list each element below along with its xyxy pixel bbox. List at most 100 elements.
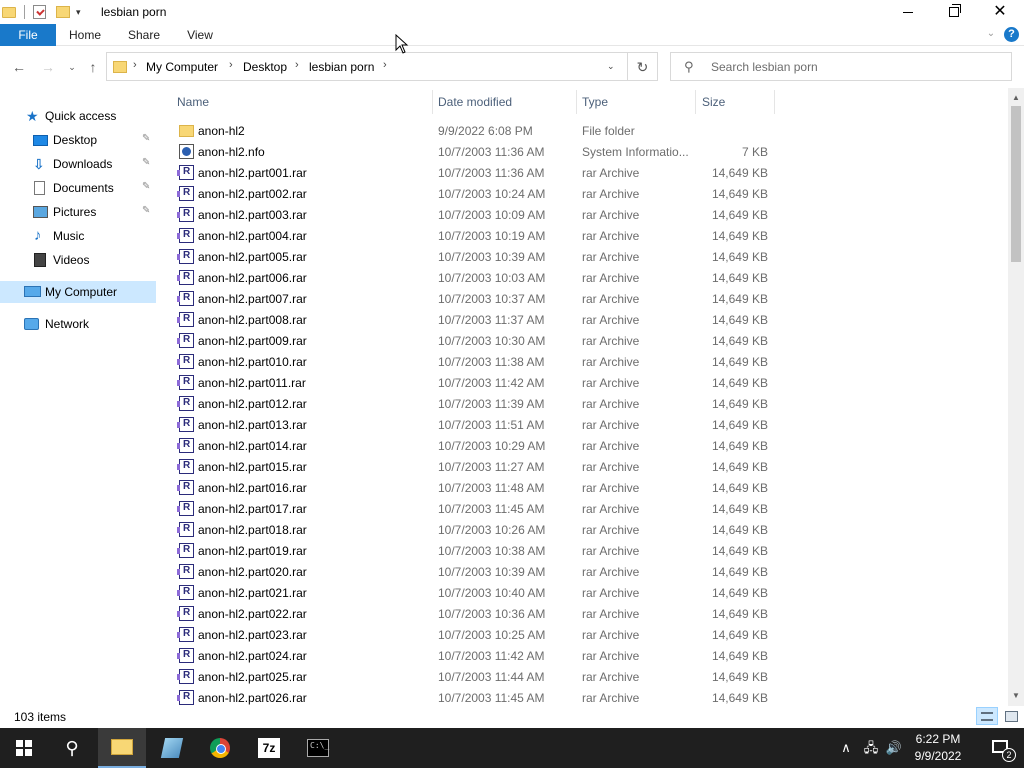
help-icon[interactable]: ?: [1004, 27, 1019, 42]
back-button[interactable]: ←: [9, 58, 29, 76]
forward-button[interactable]: →: [38, 58, 58, 76]
recent-locations-icon[interactable]: ⌄: [62, 58, 82, 76]
search-box[interactable]: ⚲: [670, 52, 1012, 81]
file-row[interactable]: anon-hl2.part015.rar 10/7/2003 11:27 AM ra…: [174, 456, 774, 477]
expand-ribbon-icon[interactable]: ⌄: [984, 28, 998, 42]
address-history-dropdown-icon[interactable]: ⌄: [607, 61, 615, 72]
address-bar[interactable]: › My Computer › Desktop › lesbian porn ›…: [106, 52, 628, 81]
breadcrumb-separator[interactable]: ›: [295, 59, 299, 71]
close-button[interactable]: ✕: [977, 0, 1023, 24]
taskbar-chrome[interactable]: [196, 728, 244, 768]
file-row[interactable]: anon-hl2.part003.rar 10/7/2003 10:09 AM ra…: [174, 204, 774, 225]
sidebar-item-network[interactable]: Network: [0, 313, 156, 335]
pin-icon[interactable]: ✎: [142, 205, 150, 216]
column-header-name[interactable]: Name: [177, 88, 209, 116]
file-row[interactable]: anon-hl2.nfo 10/7/2003 11:36 AM System Inf…: [174, 141, 774, 162]
action-center-button[interactable]: 2: [980, 728, 1020, 768]
breadcrumb-separator[interactable]: ›: [383, 59, 387, 71]
breadcrumb-my-computer[interactable]: My Computer: [146, 60, 218, 74]
start-icon: [16, 740, 32, 756]
column-header-date-modified[interactable]: Date modified: [438, 88, 512, 116]
up-button[interactable]: ↑: [83, 58, 103, 76]
tab-home[interactable]: Home: [62, 24, 108, 46]
file-row[interactable]: anon-hl2.part022.rar 10/7/2003 10:36 AM ra…: [174, 603, 774, 624]
start-button[interactable]: [0, 728, 48, 768]
file-row[interactable]: anon-hl2.part001.rar 10/7/2003 11:36 AM ra…: [174, 162, 774, 183]
pin-icon[interactable]: ✎: [142, 133, 150, 144]
file-row[interactable]: anon-hl2.part018.rar 10/7/2003 10:26 AM ra…: [174, 519, 774, 540]
scroll-thumb[interactable]: [1011, 106, 1021, 262]
pin-icon[interactable]: ✎: [142, 181, 150, 192]
minimize-button[interactable]: [885, 0, 931, 24]
taskbar-7zip[interactable]: 7z: [245, 728, 293, 768]
new-folder-icon[interactable]: [56, 6, 70, 18]
scroll-up-icon[interactable]: ▲: [1008, 90, 1024, 106]
sidebar-item-videos[interactable]: Videos: [0, 249, 156, 271]
file-row[interactable]: anon-hl2.part021.rar 10/7/2003 10:40 AM ra…: [174, 582, 774, 603]
taskbar-file-explorer[interactable]: [98, 728, 146, 768]
file-row[interactable]: anon-hl2.part016.rar 10/7/2003 11:48 AM ra…: [174, 477, 774, 498]
breadcrumb-separator[interactable]: ›: [133, 59, 137, 71]
clock[interactable]: 6:22 PM 9/9/2022: [906, 731, 970, 765]
sidebar-item-music[interactable]: ♪ Music: [0, 225, 156, 247]
file-row[interactable]: anon-hl2.part011.rar 10/7/2003 11:42 AM ra…: [174, 372, 774, 393]
details-view-button[interactable]: [976, 707, 998, 725]
volume-icon[interactable]: 🔊: [884, 728, 904, 768]
sidebar-item-documents[interactable]: Documents ✎: [0, 177, 156, 199]
file-name: anon-hl2.part025.rar: [198, 670, 307, 684]
file-row[interactable]: anon-hl2.part009.rar 10/7/2003 10:30 AM ra…: [174, 330, 774, 351]
tab-view[interactable]: View: [180, 24, 220, 46]
file-row[interactable]: anon-hl2.part012.rar 10/7/2003 11:39 AM ra…: [174, 393, 774, 414]
search-input[interactable]: [711, 58, 1001, 76]
column-divider[interactable]: [774, 90, 775, 114]
file-row[interactable]: anon-hl2.part025.rar 10/7/2003 11:44 AM ra…: [174, 666, 774, 687]
maximize-button[interactable]: [931, 0, 977, 24]
breadcrumb-lesbian-porn[interactable]: lesbian porn: [309, 60, 374, 74]
tab-file[interactable]: File: [0, 24, 56, 46]
refresh-button[interactable]: ↻: [628, 52, 658, 81]
taskbar-search-button[interactable]: ⚲: [48, 728, 96, 768]
vertical-scrollbar[interactable]: ▲ ▼: [1008, 88, 1024, 706]
file-row[interactable]: anon-hl2.part026.rar 10/7/2003 11:45 AM ra…: [174, 687, 774, 706]
taskbar-command-prompt[interactable]: C:\_: [294, 728, 342, 768]
column-divider[interactable]: [695, 90, 696, 114]
minimize-icon: [903, 11, 913, 13]
pin-icon[interactable]: ✎: [142, 157, 150, 168]
file-row[interactable]: anon-hl2.part005.rar 10/7/2003 10:39 AM ra…: [174, 246, 774, 267]
customize-qat-dropdown-icon[interactable]: ▾: [76, 7, 81, 18]
file-row[interactable]: anon-hl2.part010.rar 10/7/2003 11:38 AM ra…: [174, 351, 774, 372]
sidebar-item-quick-access[interactable]: ★ Quick access: [0, 105, 156, 127]
rar-icon: [177, 606, 194, 621]
file-row[interactable]: anon-hl2.part002.rar 10/7/2003 10:24 AM ra…: [174, 183, 774, 204]
column-divider[interactable]: [432, 90, 433, 114]
breadcrumb-desktop[interactable]: Desktop: [243, 60, 287, 74]
column-divider[interactable]: [576, 90, 577, 114]
file-row[interactable]: anon-hl2.part014.rar 10/7/2003 10:29 AM ra…: [174, 435, 774, 456]
file-row[interactable]: anon-hl2.part007.rar 10/7/2003 10:37 AM ra…: [174, 288, 774, 309]
sidebar-item-my-computer[interactable]: My Computer: [0, 281, 156, 303]
show-hidden-icons-button[interactable]: ∧: [836, 728, 856, 768]
file-row[interactable]: anon-hl2.part017.rar 10/7/2003 11:45 AM ra…: [174, 498, 774, 519]
file-row[interactable]: anon-hl2.part023.rar 10/7/2003 10:25 AM ra…: [174, 624, 774, 645]
file-row[interactable]: anon-hl2.part024.rar 10/7/2003 11:42 AM ra…: [174, 645, 774, 666]
sidebar-item-desktop[interactable]: Desktop ✎: [0, 129, 156, 151]
sidebar-item-pictures[interactable]: Pictures ✎: [0, 201, 156, 223]
file-row[interactable]: anon-hl2.part020.rar 10/7/2003 10:39 AM ra…: [174, 561, 774, 582]
sidebar-item-label: Desktop: [53, 133, 98, 147]
file-row[interactable]: anon-hl2.part008.rar 10/7/2003 11:37 AM ra…: [174, 309, 774, 330]
file-row[interactable]: anon-hl2.part006.rar 10/7/2003 10:03 AM ra…: [174, 267, 774, 288]
column-header-type[interactable]: Type: [582, 88, 608, 116]
file-row[interactable]: anon-hl2.part019.rar 10/7/2003 10:38 AM ra…: [174, 540, 774, 561]
sidebar-item-downloads[interactable]: ⇩ Downloads ✎: [0, 153, 156, 175]
properties-icon[interactable]: [33, 5, 46, 19]
file-row[interactable]: anon-hl2.part013.rar 10/7/2003 11:51 AM ra…: [174, 414, 774, 435]
breadcrumb-separator[interactable]: ›: [229, 59, 233, 71]
file-row[interactable]: anon-hl2.part004.rar 10/7/2003 10:19 AM ra…: [174, 225, 774, 246]
network-tray-icon[interactable]: 🖧: [860, 728, 882, 768]
file-row[interactable]: anon-hl2 9/9/2022 6:08 PM File folder: [174, 120, 774, 141]
scroll-down-icon[interactable]: ▼: [1008, 688, 1024, 704]
tab-share[interactable]: Share: [122, 24, 166, 46]
column-header-size[interactable]: Size: [702, 88, 725, 116]
large-icons-view-button[interactable]: [1000, 707, 1022, 725]
taskbar-notepad[interactable]: [148, 728, 196, 768]
